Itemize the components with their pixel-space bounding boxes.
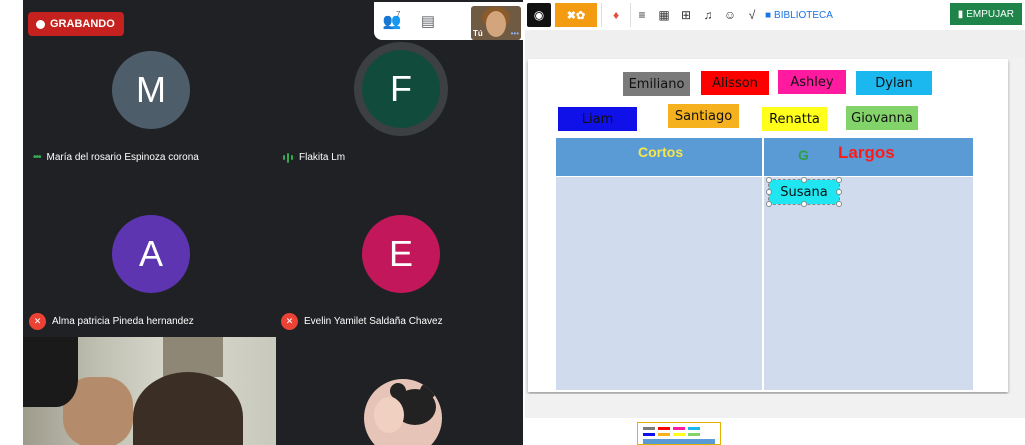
palette-tool-button[interactable]: ◉ (527, 3, 551, 27)
mic-off-icon: ✕ (29, 313, 46, 330)
music-button[interactable]: ♫ (697, 3, 719, 27)
video-call-panel: GRABANDO 👥 7 ▤ Tú ••• M ••• María del ro… (23, 0, 523, 445)
participant-video-feed (23, 337, 276, 445)
screen: GRABANDO 👥 7 ▤ Tú ••• M ••• María del ro… (0, 0, 1025, 445)
avatar-initial: F (390, 68, 412, 109)
avatar-e: E (362, 215, 440, 293)
name-card[interactable]: Giovanna (846, 106, 918, 130)
audio-level-icon (283, 152, 293, 163)
avatar-initial: M (136, 69, 166, 110)
meeting-top-bar: 👥 7 ▤ Tú ••• (374, 2, 523, 40)
avatar-a: A (112, 215, 190, 293)
header-largos: G Largos (764, 138, 973, 176)
whiteboard-subbar (525, 30, 1025, 58)
smiley-icon: ☺ (723, 8, 737, 22)
slide-thumbnail[interactable] (637, 422, 721, 445)
participant-label: María del rosario Espinoza corona (46, 152, 199, 163)
name-card[interactable]: Alisson (701, 71, 769, 95)
resize-handle[interactable] (801, 201, 807, 207)
mic-off-icon: ✕ (281, 313, 298, 330)
emoji-button[interactable]: ☺ (719, 3, 741, 27)
chat-button[interactable]: ▤ (410, 2, 446, 40)
grid-button[interactable]: ⊞ (675, 3, 697, 27)
layers-icon: ≡ (638, 8, 646, 22)
resize-handle[interactable] (801, 177, 807, 183)
participant-label: Evelin Yamilet Saldaña Chavez (304, 316, 443, 327)
video-door (163, 337, 223, 377)
audio-dots-icon: ••• (33, 152, 41, 163)
slide-strip (525, 394, 1025, 445)
math-button[interactable]: √ (741, 3, 763, 27)
sorting-table: Cortos G Largos Susana (556, 138, 973, 390)
push-label: EMPUJAR (966, 8, 1014, 20)
more-dots-icon: ••• (510, 29, 519, 38)
library-button[interactable]: ■ BIBLIOTECA (765, 3, 833, 27)
whiteboard-app: ◉ ✖✿ ♦ ≡ ▦ ⊞ ♫ ☺ √ ■ BIBLIOTECA ▮ EMPUJA… (525, 0, 1025, 445)
participant-count: 7 (396, 10, 401, 19)
resize-handle[interactable] (766, 189, 772, 195)
name-card[interactable]: Liam (558, 107, 637, 131)
name-card[interactable]: Dylan (856, 71, 932, 95)
chat-icon: ▤ (420, 13, 436, 30)
column-cortos[interactable] (556, 177, 762, 390)
copy-icon: ▮ (957, 8, 964, 20)
grid-icon: ⊞ (680, 8, 692, 22)
whiteboard-toolbar: ◉ ✖✿ ♦ ≡ ▦ ⊞ ♫ ☺ √ ■ BIBLIOTECA ▮ EMPUJA… (525, 0, 1025, 30)
resize-handle[interactable] (766, 201, 772, 207)
header-cortos: Cortos (556, 138, 762, 176)
layers-button[interactable]: ≡ (631, 3, 653, 27)
name-card[interactable]: Renatta (762, 107, 827, 131)
name-card[interactable]: Santiago (668, 104, 739, 128)
table-icon: ▦ (658, 8, 670, 22)
tools-toggle-button[interactable]: ✖✿ (555, 3, 597, 27)
participant-name-e: ✕ Evelin Yamilet Saldaña Chavez (281, 313, 443, 330)
avatar-m: M (112, 51, 190, 129)
record-dot-icon (36, 19, 45, 29)
header-largos-label: Largos (838, 143, 895, 162)
participant-name-a: ✕ Alma patricia Pineda hernandez (29, 313, 194, 330)
avatar-f: F (362, 50, 440, 128)
recording-badge: GRABANDO (28, 12, 124, 36)
push-button[interactable]: ▮ EMPUJAR (949, 3, 1022, 25)
participant-label: Flakita Lm (299, 152, 346, 163)
whiteboard-canvas[interactable]: Emiliano Alisson Ashley Dylan Liam Santi… (528, 59, 1008, 392)
name-card[interactable]: Emiliano (623, 72, 690, 96)
participant-photo-tile (278, 337, 523, 445)
palette-icon: ◉ (533, 8, 545, 22)
music-icon: ♫ (703, 8, 713, 22)
recording-label: GRABANDO (50, 18, 115, 30)
header-cortos-label: Cortos (638, 144, 684, 160)
eraser-button[interactable]: ♦ (601, 3, 631, 27)
avatar-initial: E (388, 233, 413, 274)
participant-name-f: Flakita Lm (283, 152, 345, 163)
resize-handle[interactable] (836, 177, 842, 183)
self-label: Tú (473, 29, 483, 38)
photo-face (374, 397, 404, 433)
slide-strip-bg (525, 418, 1025, 445)
self-face (486, 11, 506, 37)
folder-icon: ■ (765, 9, 772, 21)
name-card[interactable]: Ashley (778, 70, 846, 94)
eraser-icon: ♦ (612, 8, 620, 22)
video-hair (23, 337, 78, 407)
photo-ear-right (420, 383, 436, 399)
g-icon: G (798, 147, 809, 163)
table-button[interactable]: ▦ (653, 3, 675, 27)
self-view-thumbnail[interactable]: Tú ••• (471, 6, 521, 40)
avatar-initial: A (138, 233, 163, 274)
close-gear-icon: ✖✿ (566, 9, 586, 22)
resize-handle[interactable] (836, 189, 842, 195)
column-largos[interactable] (764, 177, 973, 390)
resize-handle[interactable] (766, 177, 772, 183)
participant-label: Alma patricia Pineda hernandez (52, 316, 194, 327)
participants-button[interactable]: 👥 7 (374, 2, 410, 40)
participant-name-m: ••• María del rosario Espinoza corona (33, 152, 199, 163)
library-label: BIBLIOTECA (774, 9, 833, 21)
sqrt-icon: √ (748, 8, 756, 22)
participant-photo (364, 379, 442, 445)
resize-handle[interactable] (836, 201, 842, 207)
